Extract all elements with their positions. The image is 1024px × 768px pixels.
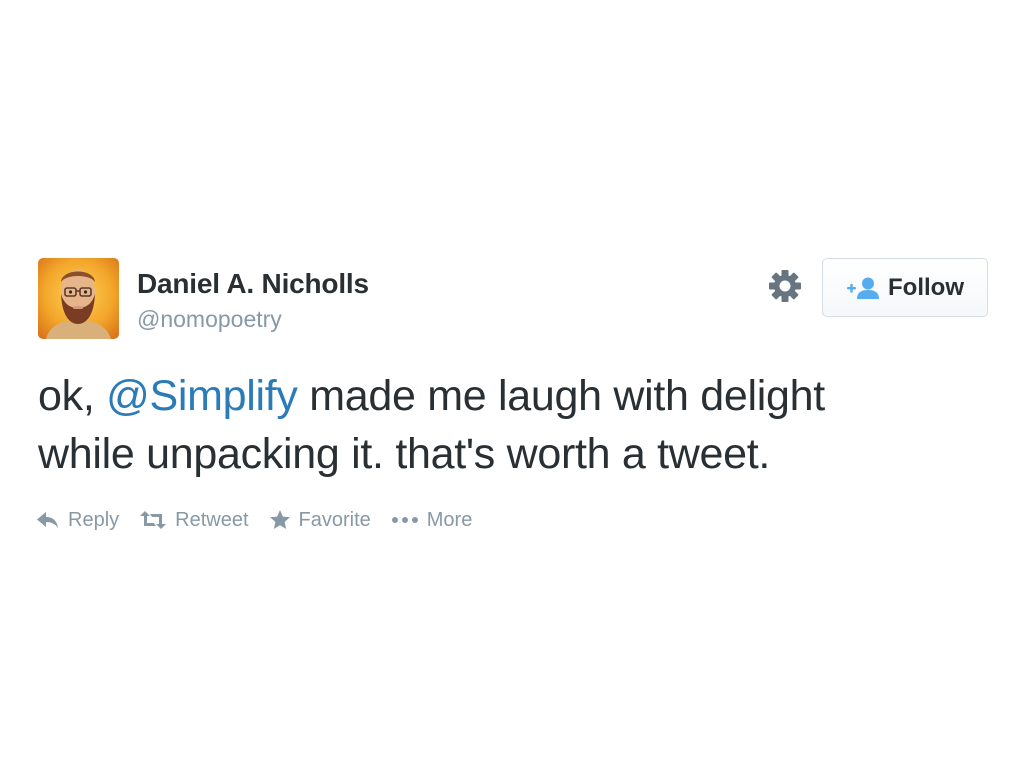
reply-arrow-icon	[37, 512, 58, 528]
more-label: More	[426, 508, 473, 531]
reply-label: Reply	[68, 508, 120, 531]
ellipsis-icon	[391, 517, 418, 523]
tweet-card: Daniel A. Nicholls @nomopoetry Follow ok…	[0, 0, 1024, 768]
more-button[interactable]: More	[391, 508, 473, 532]
star-icon	[269, 510, 290, 529]
favorite-button[interactable]: Favorite	[269, 509, 371, 532]
tweet-text-line1-suffix: made me laugh with delight	[297, 372, 825, 420]
author-handle[interactable]: @nomopoetry	[137, 306, 282, 333]
retweet-button[interactable]: Retweet	[139, 508, 249, 532]
retweet-label: Retweet	[175, 508, 249, 531]
gear-icon[interactable]	[767, 268, 803, 304]
author-name[interactable]: Daniel A. Nicholls	[137, 268, 369, 300]
tweet-text: ok, @Simplify made me laugh with delight…	[38, 367, 978, 483]
avatar[interactable]	[38, 258, 119, 339]
follow-button[interactable]: Follow	[822, 258, 988, 317]
tweet-text-prefix: ok,	[38, 372, 107, 420]
add-user-icon	[847, 277, 879, 299]
reply-button[interactable]: Reply	[36, 509, 119, 532]
avatar-image	[38, 258, 119, 339]
tweet-actions: Reply Retweet Favorite More	[36, 505, 492, 535]
follow-label: Follow	[888, 273, 964, 301]
favorite-label: Favorite	[298, 508, 371, 531]
tweet-text-line2: while unpacking it. that's worth a tweet…	[38, 430, 771, 478]
mention-link[interactable]: @Simplify	[106, 372, 298, 420]
retweet-icon	[140, 511, 167, 529]
